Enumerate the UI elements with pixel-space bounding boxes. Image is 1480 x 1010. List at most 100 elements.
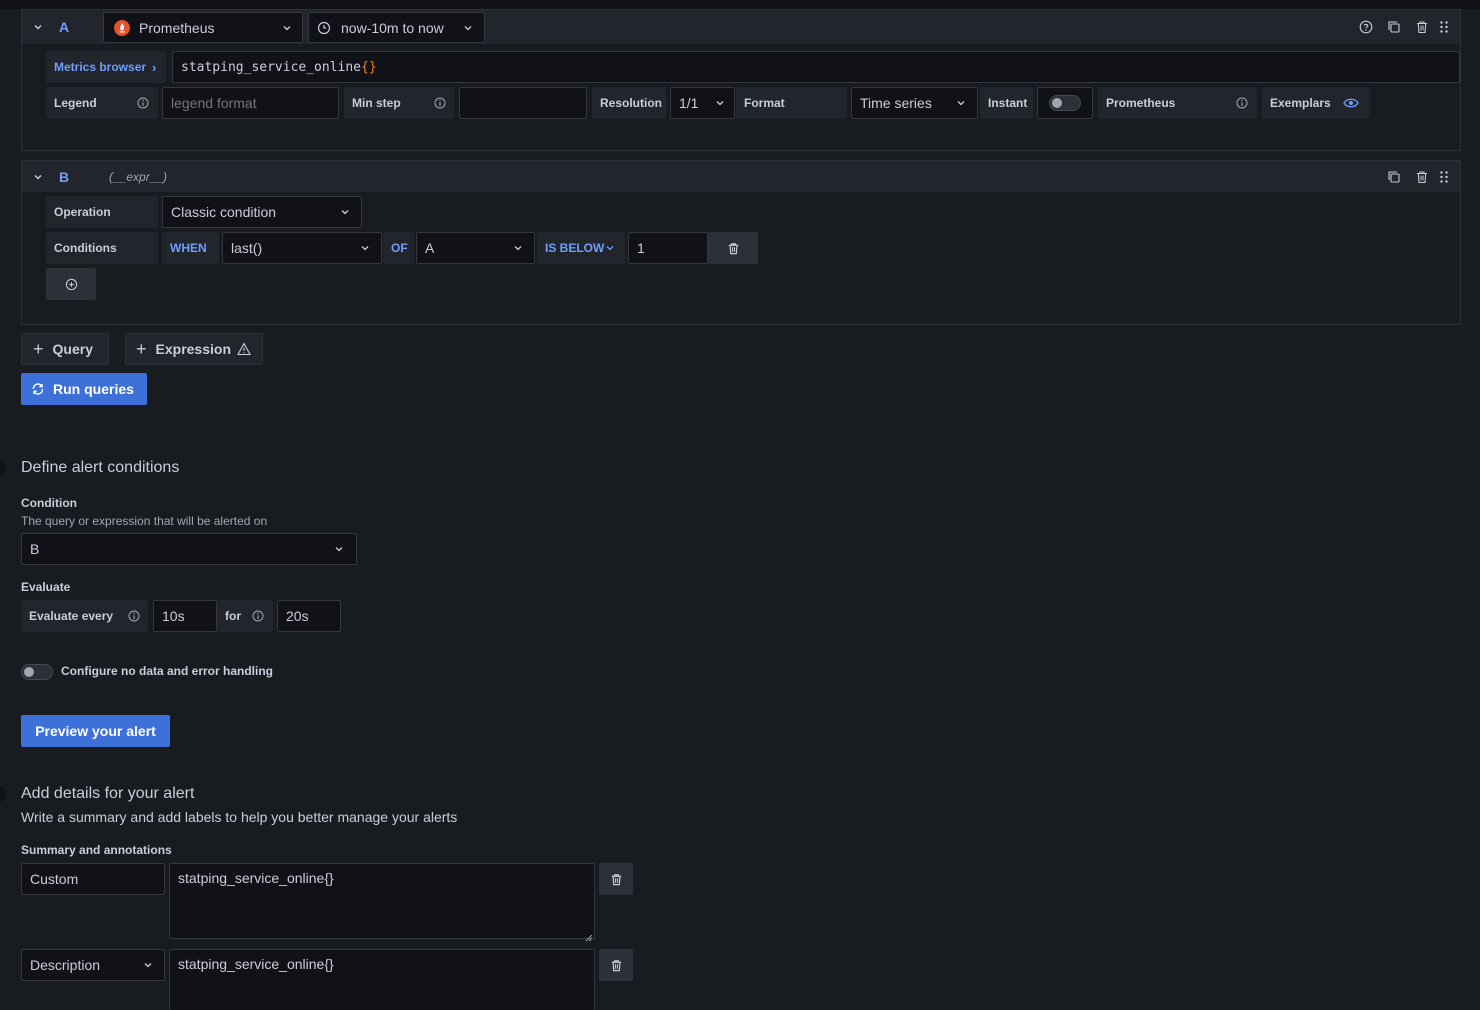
time-range-value: now-10m to now	[341, 19, 444, 36]
trash-icon	[611, 959, 621, 971]
for-input[interactable]: 20s	[277, 600, 341, 632]
resize-handle-icon[interactable]	[585, 929, 593, 942]
instant-toggle-box[interactable]	[1037, 87, 1093, 119]
chevron-down-icon	[360, 243, 370, 253]
conditions-label-box: Conditions	[46, 232, 158, 264]
instant-label: Instant	[988, 96, 1028, 110]
reducer-value: last()	[231, 240, 263, 256]
drag-handle-icon[interactable]	[1437, 20, 1451, 34]
conditions-section-title: Define alert conditions	[21, 459, 180, 476]
collapse-chevron-icon[interactable]	[33, 22, 43, 32]
condition-description: The query or expression that will be ale…	[21, 514, 268, 528]
add-condition-button[interactable]	[46, 268, 96, 300]
trash-icon[interactable]	[1415, 170, 1429, 184]
chevron-down-icon	[513, 243, 523, 253]
threshold-input[interactable]: 1	[628, 232, 708, 264]
trash-icon[interactable]	[1415, 20, 1429, 34]
chevron-down-icon	[715, 98, 725, 108]
reducer-select[interactable]: last()	[222, 232, 382, 264]
help-icon[interactable]	[1359, 20, 1373, 34]
instant-label-box: Instant	[980, 87, 1033, 119]
prometheus-label-box: Prometheus	[1098, 87, 1257, 119]
step-indicator	[0, 786, 6, 802]
operation-label-box: Operation	[46, 196, 158, 228]
chevron-down-icon	[143, 960, 153, 970]
when-label: WHEN	[170, 241, 207, 255]
duplicate-icon[interactable]	[1387, 20, 1401, 34]
info-icon[interactable]	[252, 610, 264, 622]
eye-icon[interactable]	[1343, 96, 1359, 108]
condition-select[interactable]: B	[21, 533, 357, 565]
of-label: OF	[391, 241, 408, 255]
operation-select[interactable]: Classic condition	[162, 196, 362, 228]
drag-handle-icon[interactable]	[1437, 170, 1451, 184]
info-icon[interactable]	[434, 97, 446, 109]
remove-annotation-button[interactable]	[599, 949, 633, 981]
toggle-knob	[1052, 98, 1062, 108]
duplicate-icon[interactable]	[1387, 170, 1401, 184]
evaluate-label: Evaluate	[21, 580, 71, 594]
info-icon[interactable]	[128, 610, 140, 622]
details-section-description: Write a summary and add labels to help y…	[21, 809, 458, 825]
resolution-value: 1/1	[679, 95, 699, 111]
legend-input[interactable]	[162, 87, 339, 119]
format-select[interactable]: Time series	[851, 87, 978, 119]
details-section-title: Add details for your alert	[21, 785, 195, 802]
min-step-input[interactable]	[459, 87, 587, 119]
format-label-box: Format	[736, 87, 847, 119]
time-range-picker[interactable]: now-10m to now	[308, 12, 485, 43]
sync-icon	[31, 382, 45, 396]
exemplars-label: Exemplars	[1270, 96, 1331, 110]
evaluator-select[interactable]: IS BELOW	[537, 232, 625, 264]
info-icon[interactable]	[137, 97, 149, 109]
no-data-toggle[interactable]	[21, 664, 53, 680]
legend-label: Legend	[54, 96, 97, 110]
chevron-right-icon: ›	[152, 59, 157, 75]
remove-annotation-button[interactable]	[599, 863, 633, 895]
collapse-chevron-icon[interactable]	[33, 172, 43, 182]
resolution-label-box: Resolution	[592, 87, 666, 119]
evaluate-every-label: Evaluate every	[29, 609, 114, 623]
toggle-knob	[24, 667, 34, 677]
add-query-button[interactable]: + Query	[21, 333, 109, 365]
metrics-browser-button[interactable]: Metrics browser ›	[46, 51, 166, 83]
evaluate-every-input[interactable]: 10s	[153, 600, 217, 632]
annotation-value-textarea[interactable]: statping_service_online{}	[169, 863, 595, 939]
annotation-value-textarea[interactable]: statping_service_online{}	[169, 949, 595, 1010]
warning-icon	[237, 342, 251, 356]
add-query-label: Query	[52, 341, 93, 357]
min-step-label: Min step	[352, 96, 401, 110]
chevron-down-icon	[956, 98, 966, 108]
datasource-name: Prometheus	[139, 19, 215, 36]
metrics-browser-label: Metrics browser	[54, 60, 147, 74]
run-queries-button[interactable]: Run queries	[21, 373, 147, 405]
query-braces: {}	[361, 59, 377, 75]
annotation-key-input[interactable]: Custom	[21, 863, 165, 895]
when-label-box: WHEN	[162, 232, 219, 264]
chevron-down-icon	[605, 243, 615, 253]
query-ref-id[interactable]: B	[59, 169, 69, 185]
query-b-header	[22, 161, 1460, 192]
add-expression-button[interactable]: + Expression	[125, 333, 263, 365]
query-ref-select[interactable]: A	[416, 232, 535, 264]
expression-hint: (__expr__)	[109, 170, 168, 184]
for-label-box: for	[217, 600, 273, 632]
datasource-picker[interactable]: Prometheus	[103, 12, 303, 43]
resolution-select[interactable]: 1/1	[670, 87, 735, 119]
format-label: Format	[744, 96, 785, 110]
top-bar	[0, 0, 1480, 9]
instant-toggle[interactable]	[1049, 95, 1081, 111]
trash-icon	[728, 242, 738, 254]
step-indicator	[0, 460, 6, 476]
plus-circle-icon	[65, 278, 77, 290]
plus-icon: +	[136, 338, 147, 359]
query-editor[interactable]: statping_service_online{}	[172, 51, 1460, 83]
preview-alert-button[interactable]: Preview your alert	[21, 715, 170, 747]
annotation-key-select[interactable]: Description	[21, 949, 165, 981]
info-icon[interactable]	[1236, 97, 1248, 109]
add-expression-label: Expression	[155, 341, 231, 357]
chevron-down-icon	[334, 544, 344, 554]
query-ref-value: A	[425, 240, 435, 256]
remove-condition-button[interactable]	[708, 232, 758, 264]
query-ref-id[interactable]: A	[59, 19, 69, 35]
